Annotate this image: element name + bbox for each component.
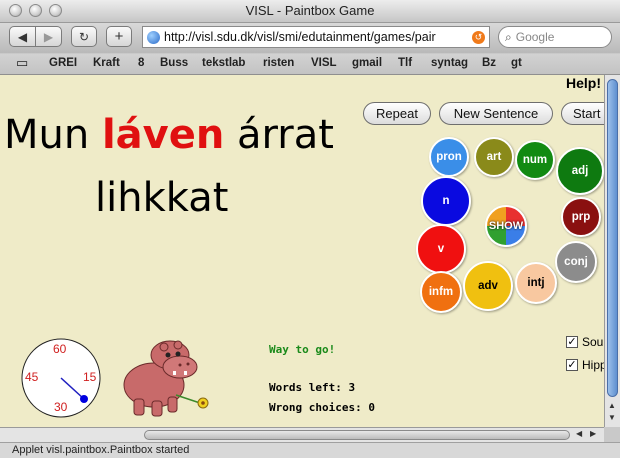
clock-hand-tip xyxy=(80,395,88,403)
ball-show[interactable]: SHOW xyxy=(485,205,527,247)
bookmarks-bar: ▭ GREI Kraft 8 Buss tekstlab risten VISL… xyxy=(0,54,620,75)
wrong-choices-value: 0 xyxy=(368,401,375,414)
wrong-choices-row: Wrong choices: 0 xyxy=(269,401,375,414)
bookmark-item[interactable]: gt xyxy=(511,57,522,69)
paintbox-applet: Help! Mun láven árrat lihkkat Repeat New… xyxy=(0,75,604,427)
search-icon: ⌕ xyxy=(505,29,512,44)
repeat-button[interactable]: Repeat xyxy=(363,102,431,125)
bookmark-item[interactable]: Kraft xyxy=(93,57,120,69)
vertical-scrollbar[interactable]: ▲ ▼ xyxy=(604,75,620,427)
sound-checkbox-label: Sou xyxy=(582,335,604,349)
ball-adv[interactable]: adv xyxy=(463,261,513,311)
ball-num[interactable]: num xyxy=(515,140,555,180)
horizontal-scrollbar[interactable]: ◀ ▶ xyxy=(0,427,604,442)
bookmark-item[interactable]: Buss xyxy=(160,57,188,69)
feedback-message: Way to go! xyxy=(269,343,336,356)
bookmark-item[interactable]: GREI xyxy=(49,57,77,69)
ball-n[interactable]: n xyxy=(421,176,471,226)
address-bar[interactable]: http://visl.sdu.dk/visl/smi/edutainment/… xyxy=(142,26,490,48)
forward-arrow-icon: ▶ xyxy=(43,29,54,44)
ball-intj[interactable]: intj xyxy=(515,262,557,304)
add-bookmark-button[interactable]: + xyxy=(106,26,132,47)
hippo-mascot xyxy=(123,340,209,417)
sentence-line-2: lihkkat xyxy=(95,178,228,218)
horizontal-scroll-thumb[interactable] xyxy=(144,430,570,440)
sentence-line-1: Mun láven árrat xyxy=(4,115,334,155)
sentence-word[interactable]: árrat xyxy=(237,112,334,158)
words-left-row: Words left: 3 xyxy=(269,381,355,394)
sentence-word[interactable]: lihkkat xyxy=(95,175,228,221)
ball-prp[interactable]: prp xyxy=(561,197,601,237)
url-text: http://visl.sdu.dk/visl/smi/edutainment/… xyxy=(164,30,436,44)
add-icon: + xyxy=(114,28,124,45)
status-text: Applet visl.paintbox.Paintbox started xyxy=(12,444,190,456)
help-link[interactable]: Help! xyxy=(566,75,601,91)
bookmark-item[interactable]: Bz xyxy=(482,57,496,69)
browser-toolbar: ◀ ▶ ↻ + http://visl.sdu.dk/visl/smi/edut… xyxy=(0,23,620,53)
clock-mark-top: 60 xyxy=(53,342,67,356)
window-titlebar: VISL - Paintbox Game xyxy=(0,0,620,23)
status-bar: Applet visl.paintbox.Paintbox started xyxy=(0,442,620,458)
hippo-checkbox[interactable]: ✓ xyxy=(566,359,578,371)
scroll-up-arrow-icon[interactable]: ▲ xyxy=(608,401,616,410)
bookmark-item[interactable]: risten xyxy=(263,57,294,69)
words-left-value: 3 xyxy=(348,381,356,394)
snapback-icon[interactable]: ↺ xyxy=(472,30,485,44)
ball-art[interactable]: art xyxy=(474,137,514,177)
sentence-word[interactable]: Mun xyxy=(4,112,89,158)
search-placeholder: Google xyxy=(515,30,555,44)
clock-mark-right: 15 xyxy=(83,370,97,384)
ball-infm[interactable]: infm xyxy=(420,271,462,313)
search-field[interactable]: ⌕ Google xyxy=(498,26,612,48)
scroll-down-arrow-icon[interactable]: ▼ xyxy=(608,413,616,422)
reload-icon: ↻ xyxy=(78,29,90,44)
bookmark-item[interactable]: tekstlab xyxy=(202,57,245,69)
bookmark-item[interactable]: Tlf xyxy=(398,57,412,69)
reload-button[interactable]: ↻ xyxy=(71,26,97,47)
bookmark-item[interactable]: gmail xyxy=(352,57,382,69)
sentence-word-highlighted[interactable]: láven xyxy=(102,112,224,158)
back-arrow-icon: ◀ xyxy=(17,29,28,44)
bookmark-item[interactable]: VISL xyxy=(311,57,337,69)
words-left-label: Words left: xyxy=(269,381,342,394)
window-title: VISL - Paintbox Game xyxy=(245,3,375,18)
sound-checkbox[interactable]: ✓ xyxy=(566,336,578,348)
bookmark-item[interactable]: syntag xyxy=(431,57,468,69)
hippo-checkbox-label: Hipp xyxy=(582,358,604,372)
clock-mark-bottom: 30 xyxy=(54,400,68,414)
start-button[interactable]: Start xyxy=(561,102,604,125)
wrong-choices-label: Wrong choices: xyxy=(269,401,362,414)
ball-adj[interactable]: adj xyxy=(556,147,604,195)
bookmarks-book-icon[interactable]: ▭ xyxy=(16,55,28,71)
scroll-left-arrow-icon[interactable]: ◀ xyxy=(576,429,582,438)
scroll-right-arrow-icon[interactable]: ▶ xyxy=(590,429,596,438)
back-button[interactable]: ◀ xyxy=(9,26,36,47)
forward-button[interactable]: ▶ xyxy=(35,26,62,47)
ball-conj[interactable]: conj xyxy=(555,241,597,283)
bookmark-item[interactable]: 8 xyxy=(138,57,144,69)
new-sentence-button[interactable]: New Sentence xyxy=(439,102,553,125)
site-globe-icon xyxy=(147,30,160,44)
clock-mark-left: 45 xyxy=(25,370,39,384)
ball-v[interactable]: v xyxy=(416,224,466,274)
vertical-scroll-thumb[interactable] xyxy=(607,79,618,397)
ball-pron[interactable]: pron xyxy=(429,137,469,177)
